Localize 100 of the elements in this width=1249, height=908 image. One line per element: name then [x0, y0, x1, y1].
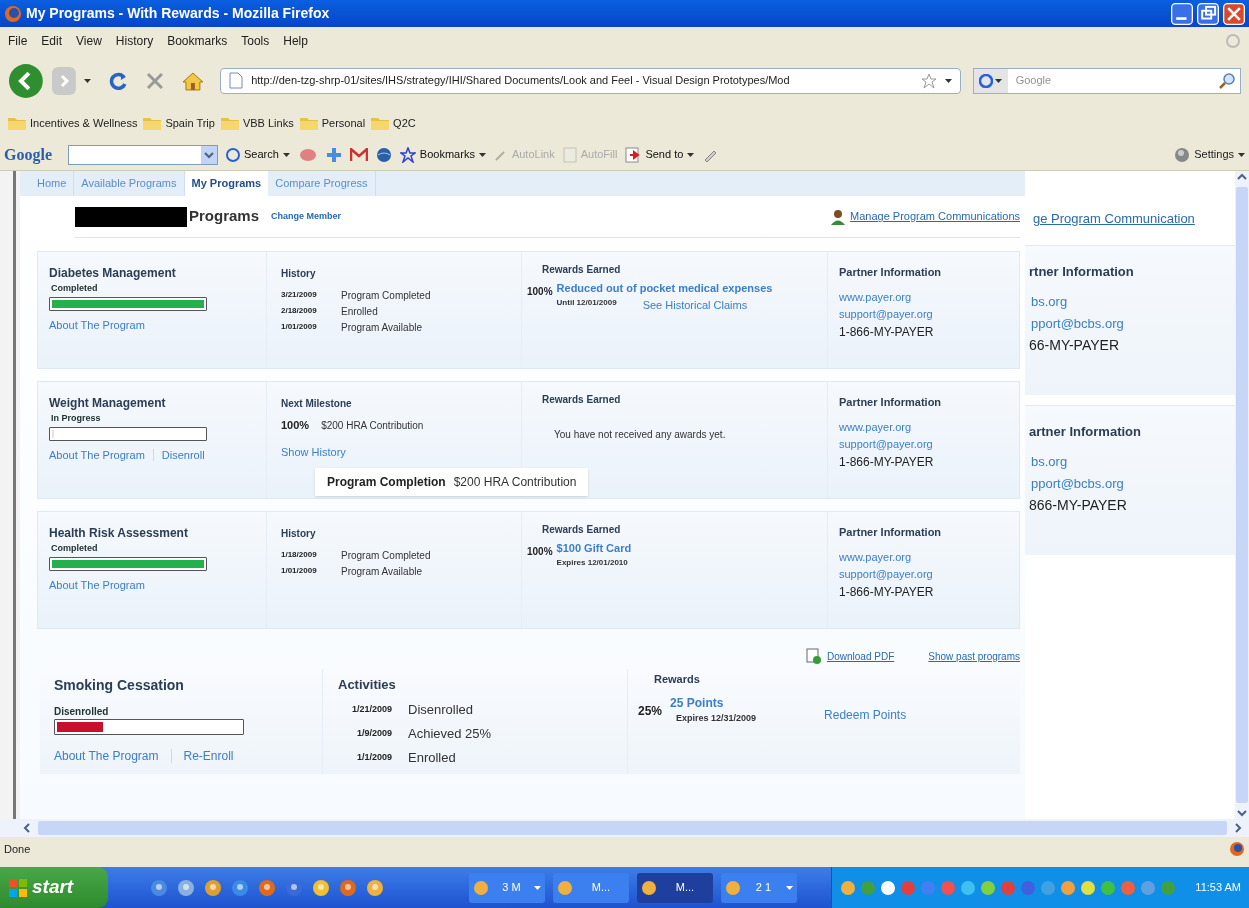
link[interactable]: bs.org — [1031, 291, 1235, 313]
mail-icon[interactable] — [349, 147, 368, 162]
link[interactable]: pport@bcbs.org — [1031, 313, 1235, 335]
search-input[interactable]: Google — [1007, 72, 1218, 89]
app-launcher-icon[interactable] — [285, 878, 303, 897]
app-launcher-icon[interactable] — [231, 878, 249, 897]
bookmark-item[interactable]: Spain Trip — [143, 114, 215, 132]
link[interactable]: www.payer.org — [839, 418, 1019, 436]
menu-item[interactable]: Tools — [241, 31, 270, 50]
bookmark-item[interactable]: Q2C — [371, 114, 416, 132]
link[interactable]: 25 Points — [670, 693, 757, 712]
menu-item[interactable]: History — [115, 31, 154, 50]
link[interactable]: See Historical Claims — [642, 296, 748, 313]
caret-icon — [478, 152, 486, 157]
bookmark-item[interactable]: Incentives & Wellness — [8, 114, 138, 132]
popup-blocker-icon[interactable] — [297, 146, 318, 163]
settings-button[interactable]: Settings — [1174, 146, 1245, 163]
app-icon — [641, 879, 657, 896]
past-programs-link[interactable]: Show past programs — [928, 648, 1020, 664]
app-launcher-icon[interactable] — [312, 878, 330, 897]
link[interactable]: support@payer.org — [839, 305, 1019, 323]
app-launcher-icon[interactable] — [339, 878, 357, 897]
search-combo-field[interactable] — [68, 144, 218, 165]
bookmark-item[interactable]: Personal — [299, 114, 366, 132]
link[interactable]: www.payer.org — [839, 548, 1019, 566]
link[interactable]: About The Program — [49, 316, 145, 333]
app-launcher-icon[interactable] — [204, 878, 222, 897]
program-status: Completed — [51, 542, 99, 555]
scroll-down-icon[interactable] — [1236, 807, 1248, 819]
globe-icon[interactable] — [375, 146, 392, 163]
home-icon[interactable] — [182, 70, 205, 91]
search-field[interactable]: Google — [972, 67, 1241, 94]
restore-icon[interactable] — [1197, 2, 1219, 25]
star-icon[interactable] — [920, 72, 937, 89]
link[interactable]: About The Program — [49, 576, 145, 593]
link[interactable]: $100 Gift Card — [556, 540, 632, 557]
dropdown-icon[interactable] — [201, 145, 217, 164]
link[interactable]: About The Program — [54, 747, 159, 765]
link[interactable]: Disenroll — [161, 446, 205, 463]
taskbar-button[interactable]: M... — [553, 872, 629, 903]
app-launcher-icon[interactable] — [150, 878, 168, 897]
menu-item[interactable]: Bookmarks — [167, 31, 228, 50]
link[interactable]: Redeem Points — [824, 705, 907, 724]
link[interactable]: www.payer.org — [839, 288, 1019, 306]
section-title: Rewards Earned — [542, 523, 622, 537]
manage-communications-link[interactable]: ge Program Communication — [1033, 209, 1235, 229]
toolbar-button[interactable]: Send to — [625, 146, 695, 163]
folder-icon — [8, 116, 26, 130]
app-launcher-icon[interactable] — [258, 878, 276, 897]
change-member-link[interactable]: Change Member — [271, 209, 342, 224]
tray-icon[interactable] — [1080, 879, 1096, 896]
back-icon[interactable] — [8, 62, 44, 99]
bookmark-item[interactable]: VBB Links — [220, 114, 294, 132]
tray-icon[interactable] — [980, 879, 996, 896]
app-launcher-icon[interactable] — [177, 878, 195, 897]
search-engine-button[interactable] — [973, 68, 1008, 93]
close-icon[interactable] — [1223, 2, 1245, 25]
app-launcher-icon[interactable] — [366, 878, 384, 897]
vertical-scrollbar[interactable] — [1235, 171, 1249, 819]
taskbar-button[interactable]: 3 M — [469, 872, 545, 903]
manage-communications-link[interactable]: Manage Program Communications — [850, 208, 1020, 225]
tray-icon[interactable] — [840, 879, 856, 896]
download-pdf-link[interactable]: Download PDF — [805, 647, 895, 665]
link[interactable]: Reduced out of pocket medical expenses — [556, 280, 773, 297]
scroll-thumb[interactable] — [38, 821, 1227, 835]
menu-item[interactable]: File — [8, 31, 28, 50]
toolbar-button[interactable]: Bookmarks — [399, 146, 486, 163]
caret-icon — [534, 885, 541, 890]
address-bar[interactable]: http://den-tzg-shrp-01/sites/IHS/strategy/IHI/Shared Documents/Look and Feel - Visual Design Prototypes/Mod — [220, 67, 961, 94]
reward-expiry: Expires 12/31/2009 — [676, 711, 757, 725]
tray-icon[interactable] — [960, 879, 976, 896]
tray-icon[interactable] — [1020, 879, 1036, 896]
taskbar-button[interactable]: 2 1 — [721, 872, 797, 903]
menu-item[interactable]: Edit — [41, 31, 63, 50]
start-button[interactable]: start — [0, 867, 108, 908]
tab[interactable]: My Programs — [184, 171, 269, 196]
folder-icon — [371, 116, 390, 130]
tray-icon[interactable] — [1060, 879, 1076, 896]
search-icon[interactable] — [1218, 71, 1236, 90]
tray-icon[interactable] — [1100, 879, 1116, 896]
section-title: Next Milestone — [281, 397, 353, 411]
link[interactable]: support@payer.org — [839, 435, 1019, 453]
taskbar-button[interactable]: M... — [637, 872, 713, 903]
tray-icon[interactable] — [1000, 879, 1016, 896]
link[interactable]: About The Program — [49, 446, 145, 463]
menu-item[interactable]: Help — [283, 31, 308, 50]
scroll-thumb[interactable] — [1236, 187, 1248, 803]
link[interactable]: Show History — [281, 443, 521, 460]
link[interactable]: Re-Enroll — [183, 747, 234, 765]
horizontal-scrollbar[interactable] — [0, 819, 1249, 837]
forward-icon[interactable] — [51, 66, 76, 95]
link[interactable]: support@payer.org — [839, 565, 1019, 583]
minimize-icon[interactable] — [1171, 2, 1193, 25]
link[interactable]: bs.org — [1031, 451, 1235, 473]
link[interactable]: pport@bcbs.org — [1031, 473, 1235, 495]
tray-icon[interactable] — [880, 879, 896, 896]
tray-icon[interactable] — [900, 879, 916, 896]
menu-item[interactable]: View — [76, 31, 102, 50]
plus-icon[interactable] — [325, 146, 342, 163]
toolbar-button[interactable]: Search — [226, 146, 290, 163]
